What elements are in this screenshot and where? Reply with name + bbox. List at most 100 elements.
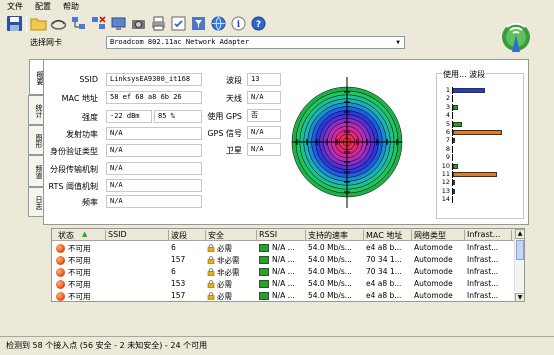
open-folder-icon[interactable] (30, 15, 47, 32)
lock-icon (207, 268, 215, 276)
column-divider[interactable] (256, 230, 257, 240)
access-point-table: 状态SSID波段安全RSSI支持的速率MAC 地址网络类型Infrast...I… (51, 228, 525, 302)
channel-axis (452, 95, 453, 103)
svg-text:i: i (237, 20, 241, 30)
lock-icon (207, 292, 215, 300)
channel-number: 8 (445, 144, 450, 153)
column-divider[interactable] (305, 230, 306, 240)
mac-cell: e4 a8 b... (366, 279, 402, 288)
chevron-down-icon[interactable]: ▼ (393, 38, 403, 47)
table-scrollbar[interactable]: ▲ ▼ (514, 229, 524, 301)
security-cell: 必需 (217, 292, 232, 301)
channel-usage-title: 使用... 波段 (442, 69, 487, 80)
channel-cell: 157 (171, 291, 186, 300)
column-header[interactable]: RSSI (259, 230, 305, 241)
column-header[interactable]: Infrast... (467, 230, 511, 241)
rssi-fill (260, 245, 268, 251)
channel-cell: 157 (171, 255, 186, 264)
rssi-fill (260, 293, 268, 299)
filter-icon[interactable] (190, 15, 207, 32)
rssi-bar (259, 280, 269, 288)
rssi-cell: N/A ... (272, 255, 295, 264)
column-header[interactable]: 支持的速率 (308, 230, 363, 241)
column-header[interactable]: 安全 (208, 230, 256, 241)
column-divider[interactable] (363, 230, 364, 240)
table-row[interactable]: 不可用 6 非必需 N/A ... 54.0 Mb/s... 70 34 1... Auto… (52, 266, 516, 278)
checklist-icon[interactable] (170, 15, 187, 32)
menu-file[interactable]: 文件 (7, 1, 23, 12)
column-header[interactable]: SSID (108, 230, 168, 241)
channel-axis (452, 112, 453, 120)
scroll-thumb[interactable] (516, 240, 524, 260)
rate-cell: 54.0 Mb/s... (308, 255, 352, 264)
freq-value: N/A (106, 195, 202, 208)
lock-icon (207, 256, 215, 264)
column-divider[interactable] (511, 230, 512, 240)
rts-value: N/A (106, 179, 202, 192)
channel-usage-bar (453, 163, 458, 169)
lock-icon (207, 280, 215, 288)
column-header[interactable]: 网络类型 (414, 230, 464, 241)
infrastructure-cell: Infrast... (467, 279, 499, 288)
gps-signal-label: GPS 信号 (207, 129, 242, 138)
channel-number: 10 (441, 161, 450, 170)
column-divider[interactable] (105, 230, 106, 240)
channel-label: 波段 (226, 76, 242, 85)
channel-usage-bar (453, 88, 486, 93)
menu-config[interactable]: 配置 (35, 1, 51, 12)
help-icon[interactable]: ? (250, 15, 267, 32)
channel-number: 7 (445, 136, 450, 145)
table-row[interactable]: 不可用 6 必需 N/A ... 54.0 Mb/s... e4 a8 b... Autom… (52, 242, 516, 254)
column-header[interactable]: 波段 (171, 230, 205, 241)
info-icon[interactable]: i (230, 15, 247, 32)
satellite-value: N/A (247, 143, 281, 156)
channel-usage-bar (453, 172, 498, 177)
globe-icon[interactable] (210, 15, 227, 32)
column-divider[interactable] (205, 230, 206, 240)
network-icon[interactable] (70, 15, 87, 32)
scroll-down-icon[interactable]: ▼ (515, 293, 524, 301)
channel-number: 12 (441, 178, 450, 187)
scan-icon[interactable] (50, 15, 67, 32)
sort-ascending-icon[interactable]: ▲ (82, 230, 87, 238)
toolbar-separator (26, 15, 27, 32)
print-icon[interactable] (150, 15, 167, 32)
menu-help[interactable]: 帮助 (63, 1, 79, 12)
camera-icon[interactable] (130, 15, 147, 32)
network-x-icon[interactable] (90, 15, 107, 32)
tab-statistics[interactable]: 统计 (28, 95, 43, 125)
save-icon[interactable] (6, 15, 23, 32)
antenna-label: 天线 (226, 94, 242, 103)
infrastructure-cell: Infrast... (467, 291, 499, 300)
rssi-bar (259, 244, 269, 252)
status-cell: 不可用 (68, 280, 91, 289)
table-row[interactable]: 不可用 157 必需 N/A ... 54.0 Mb/s... e4 a8 b... Aut… (52, 290, 516, 301)
status-cell: 不可用 (68, 256, 91, 265)
table-row[interactable]: 不可用 157 非必需 N/A ... 54.0 Mb/s... 70 34 1... Au… (52, 254, 516, 266)
channel-number: 13 (441, 186, 450, 195)
column-divider[interactable] (464, 230, 465, 240)
network-type-cell: Automode (414, 291, 453, 300)
scroll-up-icon[interactable]: ▲ (515, 229, 524, 239)
column-header[interactable]: MAC 地址 (366, 230, 411, 241)
channel-number: 14 (441, 195, 450, 204)
svg-text:?: ? (256, 20, 261, 30)
adapter-select[interactable]: Broadcom 802.11ac Network Adapter ▼ (106, 36, 405, 49)
channel-usage-bar (453, 180, 456, 186)
mac-cell: e4 a8 b... (366, 243, 402, 252)
table-row[interactable]: 不可用 153 必需 N/A ... 54.0 Mb/s... e4 a8 b... Aut… (52, 278, 516, 290)
tx-power-value: N/A (106, 127, 202, 140)
menu-bar: 文件 配置 帮助 (0, 0, 554, 12)
column-divider[interactable] (168, 230, 169, 240)
security-cell: 非必需 (217, 256, 240, 265)
ssid-label: SSID (79, 75, 98, 84)
satellite-label: 卫星 (226, 146, 242, 155)
auth-value: N/A (106, 144, 202, 157)
monitor-icon[interactable] (110, 15, 127, 32)
channel-axis (452, 196, 453, 204)
column-divider[interactable] (411, 230, 412, 240)
tab-summary[interactable]: 概要 (29, 59, 44, 95)
tx-power-label: 发射功率 (66, 130, 98, 139)
gps-use-label: 使用 GPS (207, 112, 242, 121)
status-text: 检测到 58 个接入点 (56 安全 - 2 未知安全) - 24 个可用 (6, 341, 208, 350)
